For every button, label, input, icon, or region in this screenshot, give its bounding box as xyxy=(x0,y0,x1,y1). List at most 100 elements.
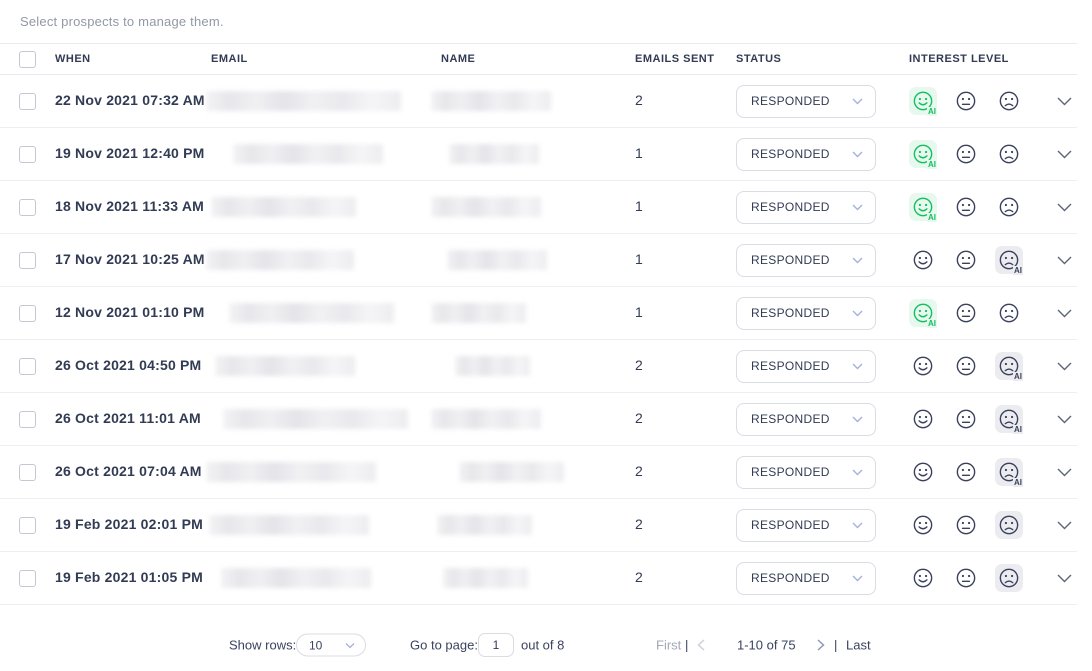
not-interested-icon[interactable]: AI xyxy=(995,299,1023,327)
expand-row-icon[interactable] xyxy=(1057,574,1072,583)
redacted-email xyxy=(206,250,354,270)
next-page-icon[interactable] xyxy=(817,639,825,651)
row-checkbox[interactable] xyxy=(19,464,36,481)
not-interested-icon[interactable]: AI xyxy=(995,458,1023,486)
neutral-icon[interactable]: AI xyxy=(952,87,980,115)
table-row: 26 Oct 2021 11:01 AM 2 RESPONDED AI xyxy=(0,393,1077,446)
chevron-down-icon xyxy=(852,151,863,158)
expand-row-icon[interactable] xyxy=(1057,203,1072,212)
status-value: RESPONDED xyxy=(751,571,830,585)
status-dropdown[interactable]: RESPONDED xyxy=(736,456,876,489)
row-checkbox[interactable] xyxy=(19,252,36,269)
not-interested-icon[interactable]: AI xyxy=(995,511,1023,539)
status-value: RESPONDED xyxy=(751,412,830,426)
not-interested-icon[interactable]: AI xyxy=(995,405,1023,433)
redacted-name xyxy=(459,462,564,482)
row-checkbox[interactable] xyxy=(19,199,36,216)
expand-row-icon[interactable] xyxy=(1057,415,1072,424)
neutral-icon[interactable]: AI xyxy=(952,299,980,327)
interested-icon[interactable]: AI xyxy=(909,193,937,221)
rows-per-page-value: 10 xyxy=(309,638,322,652)
neutral-icon[interactable]: AI xyxy=(952,140,980,168)
interested-icon[interactable]: AI xyxy=(909,405,937,433)
interested-icon[interactable]: AI xyxy=(909,352,937,380)
not-interested-icon[interactable]: AI xyxy=(995,352,1023,380)
expand-row-icon[interactable] xyxy=(1057,150,1072,159)
neutral-icon[interactable]: AI xyxy=(952,511,980,539)
redacted-name xyxy=(431,197,541,217)
status-dropdown[interactable]: RESPONDED xyxy=(736,244,876,277)
status-dropdown[interactable]: RESPONDED xyxy=(736,191,876,224)
not-interested-icon[interactable]: AI xyxy=(995,140,1023,168)
neutral-icon[interactable]: AI xyxy=(952,246,980,274)
ai-badge: AI xyxy=(1013,266,1023,275)
expand-row-icon[interactable] xyxy=(1057,256,1072,265)
divider: | xyxy=(685,638,688,653)
interested-icon[interactable]: AI xyxy=(909,511,937,539)
status-dropdown[interactable]: RESPONDED xyxy=(736,297,876,330)
interested-icon[interactable]: AI xyxy=(909,140,937,168)
emails-sent-cell: 2 xyxy=(635,410,643,426)
page-number-input[interactable] xyxy=(478,633,514,657)
table-row: 12 Nov 2021 01:10 PM 1 RESPONDED AI xyxy=(0,287,1077,340)
redacted-email xyxy=(229,303,394,323)
status-dropdown[interactable]: RESPONDED xyxy=(736,509,876,542)
neutral-icon[interactable]: AI xyxy=(952,352,980,380)
row-checkbox[interactable] xyxy=(19,358,36,375)
prospects-table: WHEN EMAIL NAME EMAILS SENT STATUS INTER… xyxy=(0,43,1077,605)
status-dropdown[interactable]: RESPONDED xyxy=(736,403,876,436)
emails-sent-cell: 1 xyxy=(635,251,643,267)
when-cell: 12 Nov 2021 01:10 PM xyxy=(55,304,205,320)
status-dropdown[interactable]: RESPONDED xyxy=(736,138,876,171)
ai-badge: AI xyxy=(1013,372,1023,381)
chevron-down-icon xyxy=(852,98,863,105)
table-row: 19 Feb 2021 02:01 PM 2 RESPONDED AI xyxy=(0,499,1077,552)
redacted-email xyxy=(206,91,401,111)
neutral-icon[interactable]: AI xyxy=(952,193,980,221)
status-dropdown[interactable]: RESPONDED xyxy=(736,562,876,595)
interested-icon[interactable]: AI xyxy=(909,87,937,115)
expand-row-icon[interactable] xyxy=(1057,468,1072,477)
chevron-down-icon xyxy=(852,310,863,317)
table-row: 18 Nov 2021 11:33 AM 1 RESPONDED AI xyxy=(0,181,1077,234)
expand-row-icon[interactable] xyxy=(1057,521,1072,530)
previous-page-icon[interactable] xyxy=(697,639,705,651)
interested-icon[interactable]: AI xyxy=(909,564,937,592)
not-interested-icon[interactable]: AI xyxy=(995,564,1023,592)
redacted-name xyxy=(449,144,539,164)
row-checkbox[interactable] xyxy=(19,305,36,322)
not-interested-icon[interactable]: AI xyxy=(995,246,1023,274)
page-subtitle: Select prospects to manage them. xyxy=(20,14,224,29)
interested-icon[interactable]: AI xyxy=(909,246,937,274)
status-value: RESPONDED xyxy=(751,359,830,373)
row-checkbox[interactable] xyxy=(19,517,36,534)
redacted-name xyxy=(447,250,547,270)
neutral-icon[interactable]: AI xyxy=(952,458,980,486)
row-checkbox[interactable] xyxy=(19,93,36,110)
interested-icon[interactable]: AI xyxy=(909,299,937,327)
status-dropdown[interactable]: RESPONDED xyxy=(736,350,876,383)
not-interested-icon[interactable]: AI xyxy=(995,193,1023,221)
select-all-checkbox[interactable] xyxy=(19,51,36,68)
divider: | xyxy=(834,638,837,653)
table-header-row: WHEN EMAIL NAME EMAILS SENT STATUS INTER… xyxy=(0,43,1077,75)
status-dropdown[interactable]: RESPONDED xyxy=(736,85,876,118)
row-checkbox[interactable] xyxy=(19,146,36,163)
redacted-email xyxy=(211,197,356,217)
expand-row-icon[interactable] xyxy=(1057,309,1072,318)
rows-per-page-dropdown[interactable]: 10 xyxy=(296,634,366,657)
last-page-button[interactable]: Last xyxy=(846,638,871,653)
row-checkbox[interactable] xyxy=(19,411,36,428)
redacted-email xyxy=(221,568,371,588)
row-checkbox[interactable] xyxy=(19,570,36,587)
redacted-email xyxy=(223,409,408,429)
neutral-icon[interactable]: AI xyxy=(952,405,980,433)
interested-icon[interactable]: AI xyxy=(909,458,937,486)
not-interested-icon[interactable]: AI xyxy=(995,87,1023,115)
when-cell: 19 Nov 2021 12:40 PM xyxy=(55,145,205,161)
expand-row-icon[interactable] xyxy=(1057,362,1072,371)
expand-row-icon[interactable] xyxy=(1057,97,1072,106)
chevron-down-icon xyxy=(852,257,863,264)
first-page-button[interactable]: First xyxy=(656,638,681,653)
neutral-icon[interactable]: AI xyxy=(952,564,980,592)
